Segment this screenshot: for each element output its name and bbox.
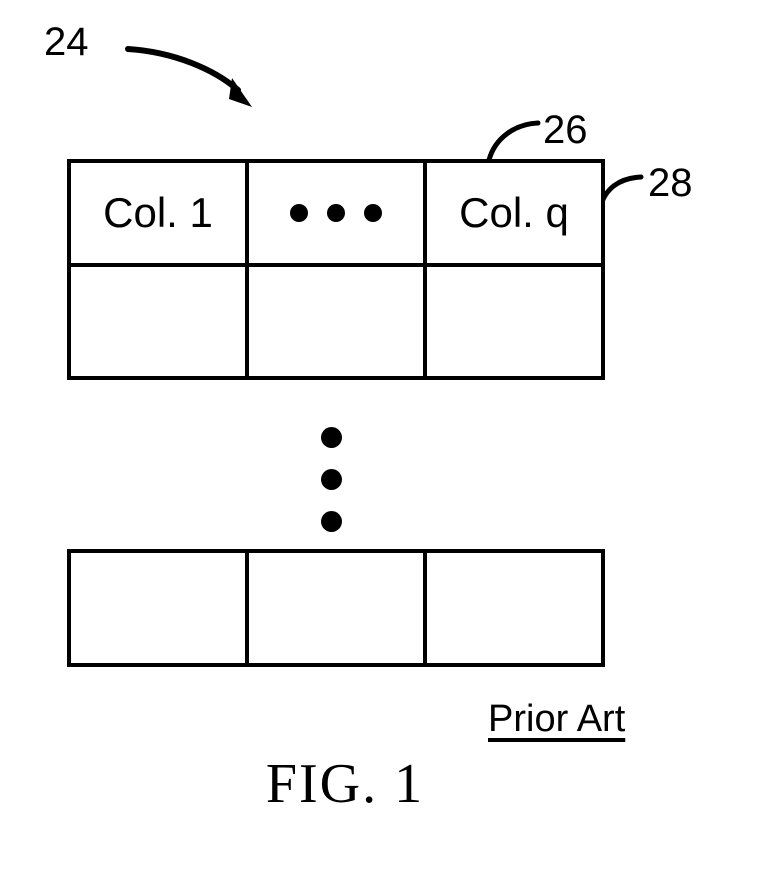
upper-table: Col. 1 Col. q <box>67 159 605 380</box>
ellipsis-dot <box>321 469 342 490</box>
ellipsis-dot <box>321 427 342 448</box>
ellipsis-dot <box>327 204 345 222</box>
leader-line-28-path <box>597 174 644 211</box>
leader-line-24-path <box>125 46 241 93</box>
last-row-cell-2 <box>245 549 427 667</box>
table-row <box>67 549 605 667</box>
vertical-ellipsis-icon <box>321 427 342 532</box>
last-row-cell-3 <box>423 549 605 667</box>
figure-caption: FIG. 1 <box>265 753 425 815</box>
ellipsis-dot <box>321 511 342 532</box>
ellipsis-dot <box>364 204 382 222</box>
ellipsis-dot <box>290 204 308 222</box>
table-row-header: Col. 1 Col. q <box>67 159 605 267</box>
last-row-cell-1 <box>67 549 249 667</box>
lower-table <box>67 549 605 667</box>
header-cell-ellipsis <box>245 159 427 267</box>
reference-numeral-28: 28 <box>648 161 693 205</box>
horizontal-ellipsis-icon <box>249 163 423 263</box>
leader-line-26-path <box>486 120 541 163</box>
header-cell-col-1: Col. 1 <box>67 159 249 267</box>
reference-numeral-24: 24 <box>44 20 89 64</box>
body-cell-3 <box>423 263 605 380</box>
leader-arrowhead-24 <box>229 78 252 107</box>
header-cell-col-q: Col. q <box>423 159 605 267</box>
leader-lines <box>125 46 644 211</box>
table-row <box>67 263 605 380</box>
patent-figure: 24 26 28 Col. 1 Col. q Prior Art FIG. 1 <box>0 0 772 883</box>
body-cell-2 <box>245 263 427 380</box>
body-cell-1 <box>67 263 249 380</box>
reference-numeral-26: 26 <box>543 108 588 152</box>
prior-art-label: Prior Art <box>488 698 626 740</box>
